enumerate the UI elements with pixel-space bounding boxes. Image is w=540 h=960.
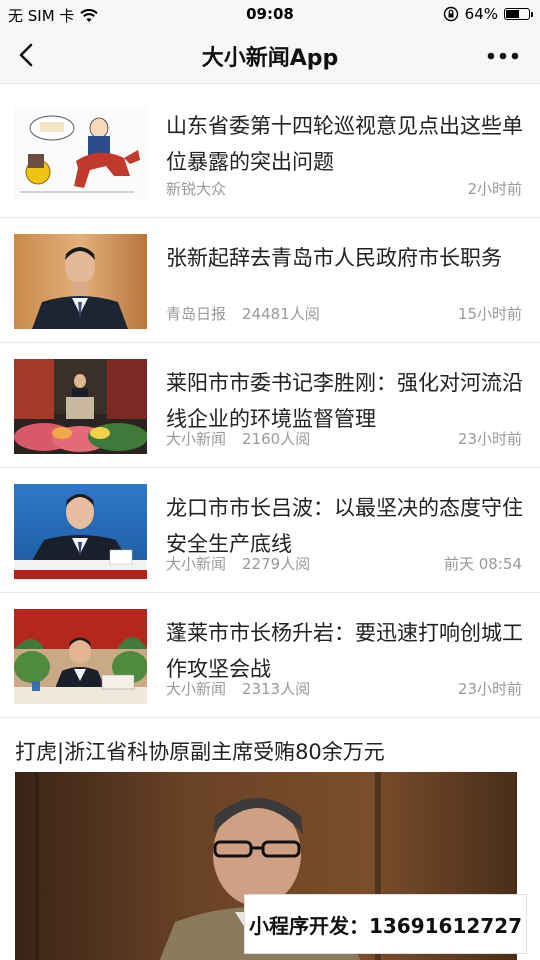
news-meta-left: 大小新闻 2279人阅	[166, 553, 310, 574]
news-thumbnail-photo	[14, 484, 147, 579]
more-dots-icon	[487, 52, 519, 60]
news-list: 山东省委第十四轮巡视意见点出这些单位暴露的突出问题 新锐大众 2小时前 张新起辞…	[0, 84, 540, 718]
news-meta: 大小新闻 2160人阅 23小时前	[166, 428, 522, 449]
ad-text: 小程序开发：13691612727	[248, 913, 523, 938]
news-reads: 2313人阅	[242, 680, 311, 698]
news-reads: 2160人阅	[242, 430, 311, 448]
news-title: 山东省委第十四轮巡视意见点出这些单位暴露的突出问题	[166, 114, 523, 174]
page-title: 大小新闻App	[201, 46, 339, 71]
news-item[interactable]: 山东省委第十四轮巡视意见点出这些单位暴露的突出问题 新锐大众 2小时前	[0, 84, 540, 218]
news-time: 23小时前	[457, 430, 522, 448]
news-meta-left: 大小新闻 2160人阅	[166, 428, 310, 449]
news-source: 大小新闻	[166, 430, 227, 448]
news-time: 2小时前	[467, 180, 522, 198]
news-source: 大小新闻	[166, 555, 227, 573]
feature-title: 打虎|浙江省科协原副主席受贿80余万元	[15, 740, 385, 764]
news-meta-left: 新锐大众	[166, 178, 226, 199]
news-meta: 大小新闻 2313人阅 23小时前	[166, 678, 522, 699]
news-meta: 大小新闻 2279人阅 前天 08:54	[166, 553, 522, 574]
news-thumbnail-photo	[14, 359, 147, 454]
news-source: 大小新闻	[166, 680, 227, 698]
orientation-lock-icon	[443, 6, 458, 22]
status-right: 64%	[443, 5, 533, 23]
news-meta-left: 青岛日报 24481人阅	[166, 303, 320, 324]
news-time: 23小时前	[457, 680, 522, 698]
news-item[interactable]: 蓬莱市市长杨升岩：要迅速打响创城工作攻坚会战 大小新闻 2313人阅 23小时前	[0, 593, 540, 718]
news-title: 张新起辞去青岛市人民政府市长职务	[166, 246, 502, 270]
battery-percent: 64%	[464, 5, 498, 23]
news-meta-left: 大小新闻 2313人阅	[166, 678, 310, 699]
news-time: 15小时前	[457, 305, 522, 323]
news-title: 蓬莱市市长杨升岩：要迅速打响创城工作攻坚会战	[166, 621, 523, 681]
news-item[interactable]: 张新起辞去青岛市人民政府市长职务 青岛日报 24481人阅 15小时前	[0, 218, 540, 343]
more-button[interactable]	[486, 41, 520, 71]
nav-bar: 大小新闻App	[0, 28, 540, 84]
news-reads: 2279人阅	[242, 555, 311, 573]
news-source: 青岛日报	[166, 305, 227, 323]
screen: 无 SIM 卡 09:08 64% 大小新闻App 山东省委第十四轮巡视意见点出…	[0, 0, 540, 960]
news-reads: 24481人阅	[242, 305, 320, 323]
news-meta: 新锐大众 2小时前	[166, 178, 522, 199]
news-source: 新锐大众	[166, 180, 227, 198]
news-thumbnail-photo	[14, 609, 147, 704]
news-title: 龙口市市长吕波：以最坚决的态度守住安全生产底线	[166, 496, 523, 556]
news-time: 前天 08:54	[444, 555, 522, 573]
news-thumbnail-cartoon	[14, 106, 147, 201]
news-item[interactable]: 莱阳市市委书记李胜刚：强化对河流沿线企业的环境监督管理 大小新闻 2160人阅 2…	[0, 343, 540, 468]
ad-banner[interactable]: 小程序开发：13691612727	[244, 894, 527, 954]
battery-icon	[504, 8, 533, 20]
news-item[interactable]: 龙口市市长吕波：以最坚决的态度守住安全生产底线 大小新闻 2279人阅 前天 08…	[0, 468, 540, 593]
news-thumbnail-photo	[14, 234, 147, 329]
status-bar: 无 SIM 卡 09:08 64%	[0, 0, 540, 28]
news-meta: 青岛日报 24481人阅 15小时前	[166, 303, 522, 324]
battery-fill	[506, 10, 519, 18]
news-title: 莱阳市市委书记李胜刚：强化对河流沿线企业的环境监督管理	[166, 371, 523, 431]
